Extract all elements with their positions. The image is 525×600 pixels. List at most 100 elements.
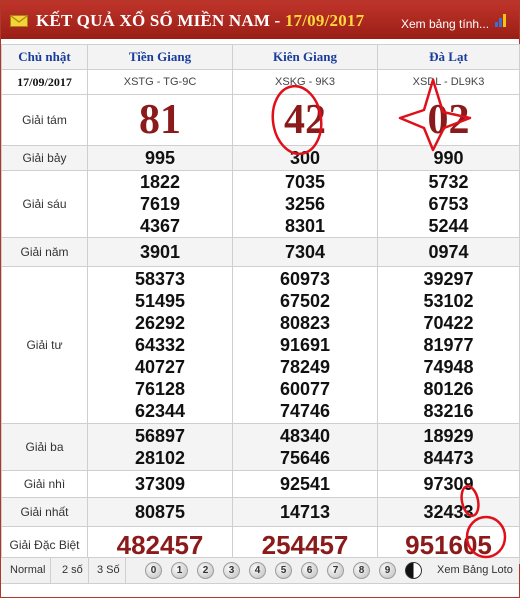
results-table: Chủ nhật Tiền Giang Kiên Giang Đà Lạt 17… bbox=[1, 44, 520, 564]
prize-number: 67502 bbox=[279, 291, 331, 311]
prize-number: 3256 bbox=[284, 194, 326, 214]
prize-number: 990 bbox=[377, 145, 520, 171]
prize-number: 91691 bbox=[279, 335, 331, 355]
prize-number: 32433 bbox=[377, 497, 520, 527]
view-table-link[interactable]: Xem bảng tính... bbox=[401, 17, 489, 31]
prize-number: 02 bbox=[377, 94, 520, 146]
prize-label: Giải sáu bbox=[1, 170, 88, 238]
prize-number: 70422 bbox=[423, 313, 474, 333]
digit-8-button[interactable]: 8 bbox=[353, 562, 370, 579]
mode-3-digit-button[interactable]: 3 Số bbox=[92, 558, 126, 583]
prize-number: 0974 bbox=[377, 237, 520, 267]
province-name-1[interactable]: Tiền Giang bbox=[87, 44, 233, 70]
mode-2-digit-button[interactable]: 2 số bbox=[57, 558, 89, 583]
prize-number: 8301 bbox=[284, 216, 326, 236]
prize-label: Giải nhì bbox=[1, 470, 88, 498]
prize-number: 53102 bbox=[423, 291, 474, 311]
province-name-2[interactable]: Kiên Giang bbox=[232, 44, 378, 70]
prize-cell: 39297 53102 70422 81977 74948 80126 8321… bbox=[377, 266, 520, 424]
prize-number: 40727 bbox=[134, 357, 186, 377]
province-name-3[interactable]: Đà Lạt bbox=[377, 44, 520, 70]
digit-3-button[interactable]: 3 bbox=[223, 562, 240, 579]
code-row: 17/09/2017 XSTG - TG-9C XSKG - 9K3 XSDL … bbox=[1, 69, 520, 95]
prize-row-g5: Giải năm 3901 7304 0974 bbox=[1, 237, 520, 267]
prize-number: 84473 bbox=[423, 448, 474, 468]
prize-number: 76128 bbox=[134, 379, 186, 399]
prize-number: 18929 bbox=[423, 426, 474, 446]
prize-number: 1822 bbox=[139, 172, 181, 192]
prize-number: 7035 bbox=[284, 172, 326, 192]
prize-number: 56897 bbox=[134, 426, 186, 446]
digit-2-button[interactable]: 2 bbox=[197, 562, 214, 579]
prize-number: 80875 bbox=[87, 497, 233, 527]
prize-number: 74746 bbox=[279, 401, 331, 421]
prize-label: Giải bảy bbox=[1, 145, 88, 171]
prize-number: 75646 bbox=[279, 448, 331, 468]
province-code-3: XSDL - DL9K3 bbox=[377, 69, 520, 95]
prize-number: 60077 bbox=[279, 379, 331, 399]
province-code-1: XSTG - TG-9C bbox=[87, 69, 233, 95]
prize-number: 81977 bbox=[423, 335, 474, 355]
digit-0-button[interactable]: 0 bbox=[145, 562, 162, 579]
prize-number: 26292 bbox=[134, 313, 186, 333]
mode-normal-button[interactable]: Normal bbox=[5, 558, 52, 583]
results-title: KẾT QUẢ XỔ SỐ MIỀN NAM - 17/09/2017 bbox=[36, 11, 364, 31]
digit-9-button[interactable]: 9 bbox=[379, 562, 396, 579]
prize-number: 62344 bbox=[134, 401, 186, 421]
prize-number: 81 bbox=[87, 94, 233, 146]
prize-row-g6: Giải sáu 1822 7619 4367 7035 3256 8301 5… bbox=[1, 170, 520, 238]
digit-6-button[interactable]: 6 bbox=[301, 562, 318, 579]
title-date: 17/09/2017 bbox=[284, 11, 365, 30]
prize-number: 300 bbox=[232, 145, 378, 171]
prize-number: 83216 bbox=[423, 401, 474, 421]
prize-number: 14713 bbox=[232, 497, 378, 527]
lottery-results-panel: KẾT QUẢ XỔ SỐ MIỀN NAM - 17/09/2017 Xem … bbox=[0, 0, 520, 598]
prize-number: 3901 bbox=[87, 237, 233, 267]
prize-number: 58373 bbox=[134, 269, 186, 289]
prize-number: 7304 bbox=[232, 237, 378, 267]
prize-number: 74948 bbox=[423, 357, 474, 377]
prize-number: 97309 bbox=[377, 470, 520, 498]
prize-number: 37309 bbox=[87, 470, 233, 498]
prize-number: 7619 bbox=[139, 194, 181, 214]
prize-cell: 56897 28102 bbox=[87, 423, 233, 471]
yin-yang-icon[interactable] bbox=[405, 562, 422, 579]
signal-bars-icon bbox=[495, 13, 509, 27]
prize-cell: 58373 51495 26292 64332 40727 76128 6234… bbox=[87, 266, 233, 424]
prize-number: 80823 bbox=[279, 313, 331, 333]
prize-label: Giải năm bbox=[1, 237, 88, 267]
loto-toolbar: Normal 2 số 3 Số 0 1 2 3 4 5 6 7 8 9 Xem… bbox=[1, 557, 519, 584]
prize-label: Giải ba bbox=[1, 423, 88, 471]
prize-cell: 48340 75646 bbox=[232, 423, 378, 471]
prize-cell: 1822 7619 4367 bbox=[87, 170, 233, 238]
results-header: KẾT QUẢ XỔ SỐ MIỀN NAM - 17/09/2017 Xem … bbox=[1, 1, 519, 39]
prize-row-g7: Giải bảy 995 300 990 bbox=[1, 145, 520, 171]
title-text: KẾT QUẢ XỔ SỐ MIỀN NAM - bbox=[36, 11, 285, 30]
digit-7-button[interactable]: 7 bbox=[327, 562, 344, 579]
prize-row-g8: Giải tám 81 42 02 bbox=[1, 94, 520, 146]
prize-label: Giải nhất bbox=[1, 497, 88, 527]
prize-label: Giải tư bbox=[1, 266, 88, 424]
province-code-2: XSKG - 9K3 bbox=[232, 69, 378, 95]
prize-row-g4: Giải tư 58373 51495 26292 64332 40727 76… bbox=[1, 266, 520, 424]
prize-row-g1: Giải nhất 80875 14713 32433 bbox=[1, 497, 520, 527]
prize-number: 51495 bbox=[134, 291, 186, 311]
prize-label: Giải tám bbox=[1, 94, 88, 146]
draw-date: 17/09/2017 bbox=[1, 69, 88, 95]
prize-number: 5732 bbox=[428, 172, 469, 192]
prize-number: 4367 bbox=[139, 216, 181, 236]
prize-number: 6753 bbox=[428, 194, 469, 214]
digit-4-button[interactable]: 4 bbox=[249, 562, 266, 579]
prize-number: 80126 bbox=[423, 379, 474, 399]
prize-number: 5244 bbox=[428, 216, 469, 236]
digit-5-button[interactable]: 5 bbox=[275, 562, 292, 579]
prize-number: 39297 bbox=[423, 269, 474, 289]
prize-row-g2: Giải nhì 37309 92541 97309 bbox=[1, 470, 520, 498]
prize-number: 60973 bbox=[279, 269, 331, 289]
digit-1-button[interactable]: 1 bbox=[171, 562, 188, 579]
province-row: Chủ nhật Tiền Giang Kiên Giang Đà Lạt bbox=[1, 44, 520, 70]
view-loto-link[interactable]: Xem Bảng Loto bbox=[437, 558, 513, 583]
prize-cell: 5732 6753 5244 bbox=[377, 170, 520, 238]
envelope-icon bbox=[10, 15, 28, 27]
prize-number: 995 bbox=[87, 145, 233, 171]
